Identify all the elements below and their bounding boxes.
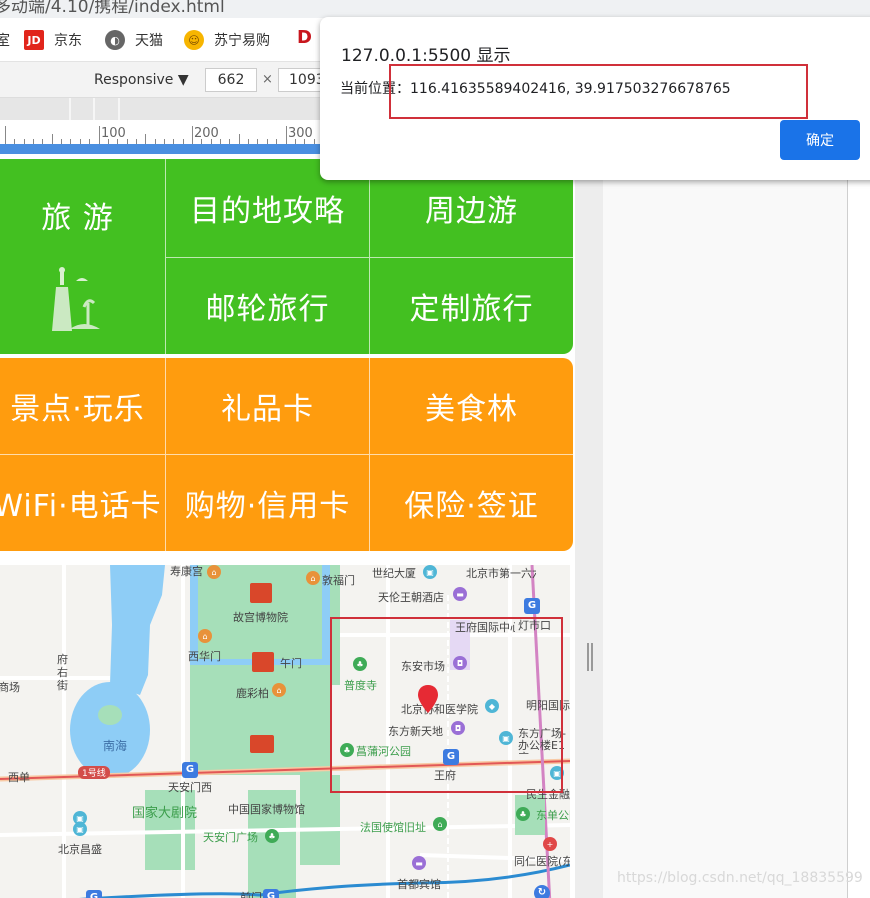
travel-nav-section: 旅 游 目的地攻略 周边游 邮轮旅行 定制旅行 [0, 159, 573, 354]
suning-lion-icon: ☺ [184, 30, 204, 50]
map-label: 府右街 [57, 653, 68, 692]
map-view[interactable]: ⌂ 寿康宫 故宫博物院 ⌂ 西华门 午门 鹿彩柏 ⌂ 府右街 商场 南海 西单 … [0, 565, 570, 898]
custom-travel-tile[interactable]: 定制旅行 [369, 257, 573, 354]
insurance-visa-tile[interactable]: 保险·签证 [369, 454, 573, 551]
ruler-tick [145, 134, 146, 144]
map-label: 天安门西 [168, 781, 212, 794]
watermark: https://blog.csdn.net/qq_18835599 [617, 870, 863, 886]
drag-grip-icon[interactable] [587, 643, 593, 671]
map-label: 寿康宫 [170, 565, 203, 578]
map-label: 中国国家博物馆 [228, 803, 305, 816]
map-label: 首都宾馆 [397, 878, 441, 891]
metro-station-icon[interactable]: G [86, 890, 102, 898]
metro-station-icon[interactable]: G [182, 762, 198, 778]
travel-title: 旅 游 [41, 201, 114, 236]
dimension-separator: × [262, 72, 273, 87]
services-nav-section: 景点·玩乐 礼品卡 美食林 WiFi·电话卡 购物·信用卡 保险·签证 [0, 358, 573, 551]
annotation-box-coords [389, 64, 808, 119]
ruler-tick [5, 126, 6, 144]
ruler-tick [192, 126, 193, 144]
poi-icon[interactable]: ⌂ [198, 629, 212, 643]
poi-icon[interactable]: ⌂ [433, 817, 447, 831]
park-icon[interactable]: ♣ [265, 829, 279, 843]
ruler-label: 100 [101, 126, 126, 141]
map-label: 西华门 [188, 650, 221, 663]
map-label: 西单 [8, 771, 30, 784]
bookmark-label: 苏宁易购 [214, 33, 270, 49]
palace-icon[interactable] [250, 735, 274, 753]
shopping-card-tile[interactable]: 购物·信用卡 [165, 454, 369, 551]
bookmark-suning[interactable]: ☺ 苏宁易购 [184, 30, 270, 50]
ruler-tick [99, 126, 100, 144]
device-mode-dropdown[interactable]: Responsive ▼ [94, 72, 189, 88]
alert-dialog: 127.0.0.1:5500 显示 当前位置：116.4163558940241… [320, 17, 870, 180]
ok-button[interactable]: 确定 [780, 120, 860, 160]
park-icon[interactable]: ♣ [516, 807, 530, 821]
map-label: 故宫博物院 [233, 611, 288, 624]
ruler-label: 200 [194, 126, 219, 141]
bookmark-dangdang[interactable]: D [297, 27, 312, 48]
dangdang-logo-icon: D [297, 27, 312, 48]
map-label: 前门 [240, 891, 262, 898]
devtools-resize-handle[interactable] [575, 154, 603, 898]
metro-station-icon[interactable]: G [524, 598, 540, 614]
page-viewport: 旅 游 目的地攻略 周边游 邮轮旅行 定制旅行 景点·玩乐 礼品卡 美食林 Wi… [0, 154, 575, 898]
viewport-width-input[interactable]: 662 [205, 68, 257, 92]
food-tile[interactable]: 美食林 [369, 358, 573, 454]
hospital-icon[interactable]: + [543, 837, 557, 851]
hotel-icon[interactable]: ▬ [453, 587, 467, 601]
jd-logo-icon: JD [24, 30, 44, 50]
poi-icon[interactable]: ⌂ [207, 565, 221, 579]
metro-line-badge: 1号线 [78, 766, 110, 779]
map-label: 南海 [103, 739, 128, 753]
ruler-tick [286, 126, 287, 144]
map-label: 同仁医院(东) [514, 855, 570, 868]
map-label: 天安门广场 [203, 831, 258, 844]
museum-icon[interactable]: ▣ [73, 811, 87, 825]
poi-icon[interactable]: ⌂ [306, 571, 320, 585]
map-label: 敦福门 [322, 574, 355, 587]
travel-main-tile[interactable]: 旅 游 [0, 159, 165, 354]
metro-interchange-icon[interactable]: ↻ [534, 885, 550, 898]
bookmark-label: 京东 [54, 33, 82, 49]
bookmark-jd[interactable]: JD 京东 [24, 30, 82, 50]
annotation-box-map [330, 617, 563, 793]
ruler: 100 200 300 [0, 120, 330, 144]
map-label: 午门 [280, 657, 302, 670]
cruise-tile[interactable]: 邮轮旅行 [165, 257, 369, 354]
map-label: 北京市第一六六中学(西校区) [466, 567, 536, 580]
gift-card-tile[interactable]: 礼品卡 [165, 358, 369, 454]
map-label: 商场 [0, 681, 20, 694]
bookmark-tmall[interactable]: ◐ 天猫 [105, 30, 163, 50]
statue-of-liberty-icon [51, 267, 100, 331]
ruler-tick [52, 134, 53, 144]
map-label: 北京昌盛 [58, 843, 102, 856]
media-query-bar[interactable] [0, 98, 330, 120]
address-bar[interactable]: 多动端/4.10/携程/index.html [0, 0, 870, 18]
tmall-globe-icon: ◐ [105, 30, 125, 50]
palace-icon[interactable] [252, 652, 274, 672]
poi-icon[interactable]: ⌂ [272, 683, 286, 697]
map-label: 天伦王朝酒店 [378, 591, 444, 604]
url-text: 多动端/4.10/携程/index.html [0, 0, 225, 17]
map-label: 法国使馆旧址 [360, 821, 426, 834]
bookmark-label: 天猫 [135, 33, 163, 49]
device-frame-background [603, 154, 848, 898]
map-label: 鹿彩柏 [236, 687, 269, 700]
map-label: 世纪大厦 [372, 567, 416, 580]
map-label: 国家大剧院 [132, 806, 198, 821]
bookmark-item[interactable]: 室 [0, 30, 10, 50]
hotel-icon[interactable]: ▬ [412, 856, 426, 870]
bookmark-label: 室 [0, 33, 10, 49]
poi-icon[interactable]: ▣ [423, 565, 437, 579]
ruler-tick [239, 134, 240, 144]
ruler-label: 300 [288, 126, 313, 141]
metro-station-icon[interactable]: G [263, 889, 279, 898]
map-label: 东单公园 [536, 809, 570, 822]
dialog-title: 127.0.0.1:5500 显示 [341, 46, 511, 66]
attractions-tile[interactable]: 景点·玩乐 [0, 358, 165, 454]
wifi-card-tile[interactable]: WiFi·电话卡 [0, 454, 165, 551]
palace-icon[interactable] [250, 583, 272, 603]
